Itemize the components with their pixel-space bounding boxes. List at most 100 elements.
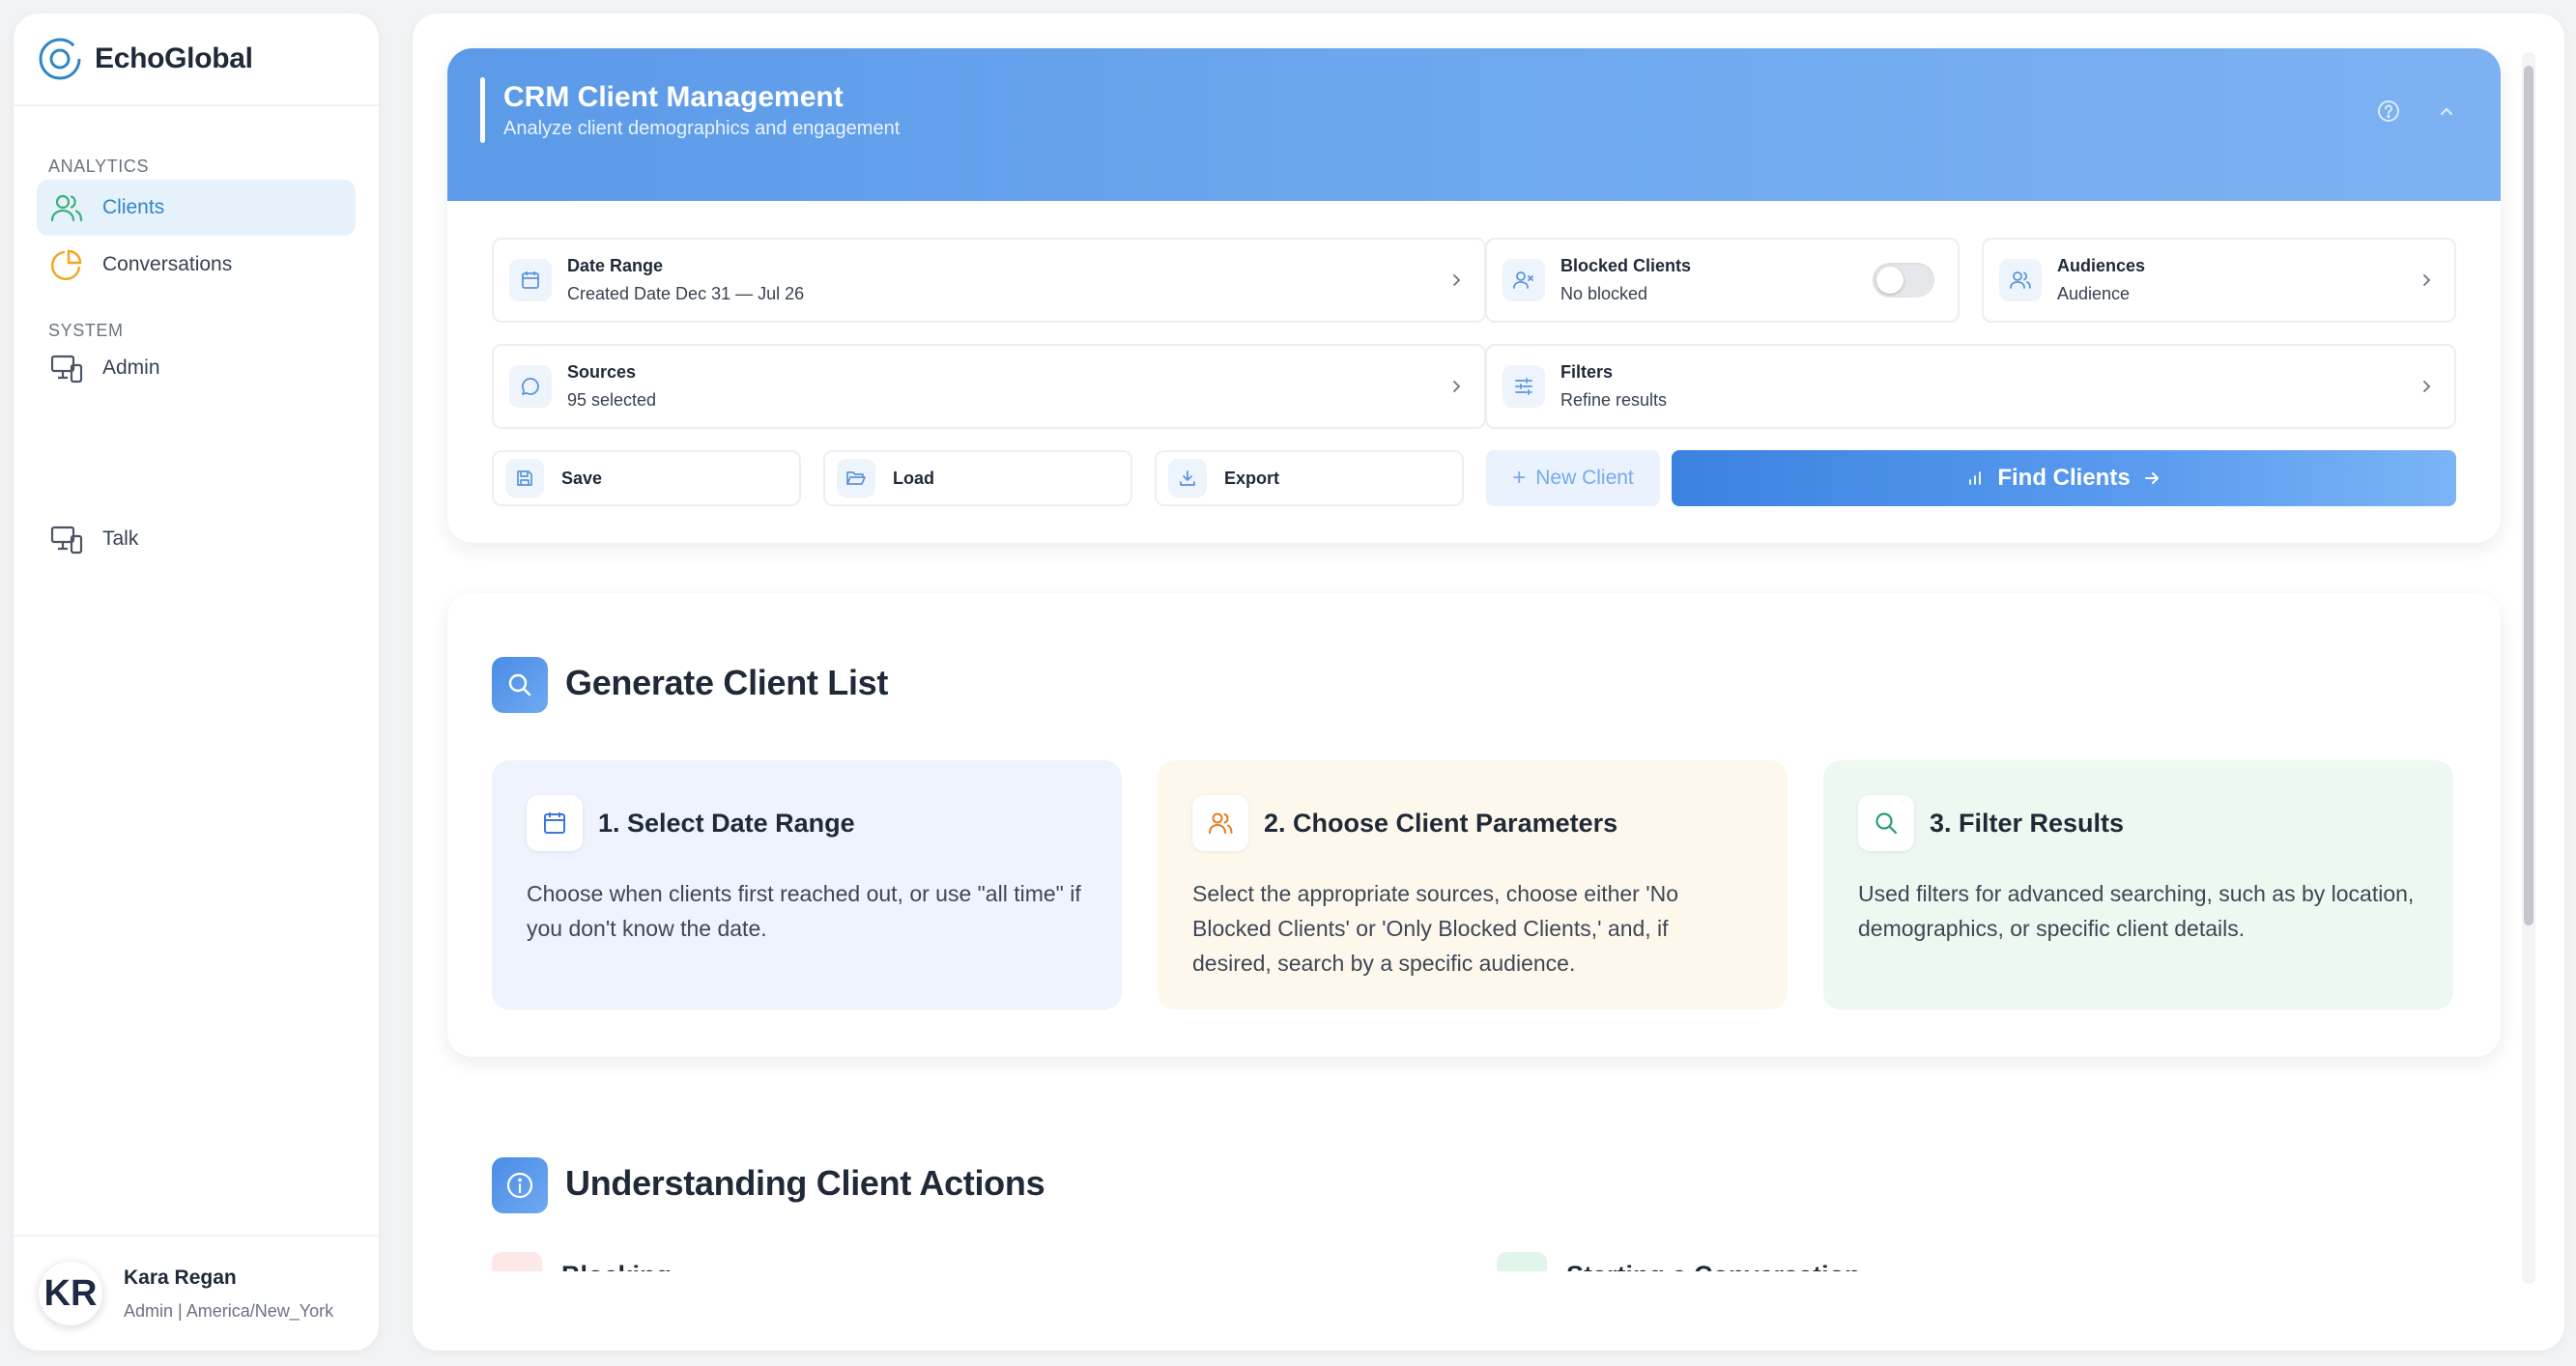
users-icon-wrap [1192, 795, 1248, 851]
step-title: 3. Filter Results [1930, 809, 2125, 838]
users-icon [2010, 271, 2031, 289]
calendar-icon-wrap [509, 259, 552, 301]
calendar-icon [522, 271, 539, 289]
date-range-card[interactable]: Date Range Created Date Dec 31 — Jul 26 [492, 238, 1486, 323]
echo-logo-icon [39, 38, 81, 80]
export-label: Export [1224, 468, 1280, 488]
devices-icon [50, 355, 83, 384]
panel-header: CRM Client Management Analyze client dem… [447, 48, 2501, 201]
help-icon[interactable] [2374, 97, 2403, 126]
card-value: 95 selected [567, 390, 657, 410]
user-x-icon [1513, 271, 1533, 289]
chevron-up-icon[interactable] [2432, 97, 2461, 126]
audiences-card[interactable]: Audiences Audience [1982, 238, 2456, 323]
arrow-right-icon [2144, 472, 2159, 484]
starting-conversation-title: Starting a Conversation [1566, 1258, 1861, 1271]
pie-chart-icon [51, 249, 82, 280]
new-client-label: New Client [1535, 467, 1634, 489]
user-name: Kara Regan [124, 1266, 237, 1289]
nav-section-analytics: ANALYTICS [48, 157, 150, 176]
card-value: Refine results [1560, 390, 1668, 410]
card-value: Audience [2057, 284, 2131, 303]
user-x-icon-wrap [1503, 259, 1545, 301]
scrollbar-thumb[interactable] [2524, 66, 2533, 925]
folder-icon-wrap [837, 459, 875, 498]
download-icon-wrap [1168, 459, 1207, 498]
folder-open-icon [846, 471, 866, 485]
step-card-parameters: 2. Choose Client Parameters Select the a… [1158, 760, 1788, 1010]
brand[interactable]: EchoGlobal [14, 14, 379, 106]
user-profile[interactable]: KR Kara Regan Admin | America/New_York [14, 1235, 379, 1351]
search-icon [1875, 812, 1898, 835]
save-button[interactable]: Save [492, 450, 801, 506]
chevron-right-icon [2423, 381, 2431, 392]
card-label: Filters [1560, 362, 1614, 382]
users-icon-wrap [1999, 259, 2042, 301]
step-desc: Choose when clients first reached out, o… [527, 881, 1081, 941]
avatar: KR [39, 1262, 102, 1325]
header-accent-bar [480, 77, 485, 143]
sidebar-item-label: Clients [102, 196, 165, 218]
chevron-right-icon [2423, 274, 2431, 286]
sidebar-item-admin[interactable]: Admin [37, 340, 356, 396]
sidebar-item-conversations[interactable]: Conversations [37, 237, 356, 293]
users-icon [50, 194, 83, 222]
card-label: Date Range [567, 256, 664, 275]
chevron-right-icon [1453, 274, 1461, 286]
step-title: 1. Select Date Range [598, 809, 855, 838]
message-circle-icon [522, 378, 539, 395]
main-content: CRM Client Management Analyze client dem… [413, 14, 2564, 1351]
bar-chart-icon [1969, 471, 1982, 485]
page-title: CRM Client Management [503, 81, 844, 113]
filters-card[interactable]: Filters Refine results [1485, 344, 2456, 429]
page-subtitle: Analyze client demographics and engageme… [503, 118, 901, 139]
load-button[interactable]: Load [823, 450, 1132, 506]
generate-title: Generate Client List [565, 663, 889, 702]
users-icon [1209, 812, 1233, 834]
card-label: Sources [567, 362, 637, 382]
message-icon-wrap [509, 365, 552, 408]
plus-icon: + [1512, 465, 1527, 491]
generate-panel: Generate Client List 1. Select Date Rang… [447, 593, 2501, 1057]
devices-icon [50, 526, 83, 555]
new-client-button[interactable]: + New Client [1486, 450, 1660, 506]
user-role: Admin | America/New_York [124, 1300, 334, 1321]
search-icon-wrap [1858, 795, 1914, 851]
find-clients-label: Find Clients [1997, 465, 2131, 491]
step-desc: Select the appropriate sources, choose e… [1192, 881, 1679, 976]
blocked-clients-card: Blocked Clients No blocked [1485, 238, 1960, 323]
understanding-title: Understanding Client Actions [565, 1163, 1045, 1203]
blocked-toggle[interactable] [1873, 263, 1934, 298]
step-title: 2. Choose Client Parameters [1264, 809, 1618, 838]
sidebar-item-label: Conversations [102, 253, 233, 275]
sidebar-item-label: Talk [102, 527, 139, 550]
sidebar-item-talk[interactable]: Talk [37, 511, 356, 567]
step-desc: Used filters for advanced searching, suc… [1858, 881, 2415, 941]
card-value: Created Date Dec 31 — Jul 26 [567, 284, 805, 303]
download-icon [1180, 470, 1195, 486]
search-icon [508, 673, 531, 697]
info-icon-wrap [492, 1157, 548, 1213]
card-value: No blocked [1560, 284, 1648, 303]
crm-panel: CRM Client Management Analyze client dem… [447, 48, 2501, 543]
info-icon [506, 1172, 533, 1199]
save-label: Save [561, 468, 603, 488]
step-card-date: 1. Select Date Range Choose when clients… [492, 760, 1122, 1010]
sidebar-item-clients[interactable]: Clients [37, 180, 356, 236]
save-icon [517, 470, 532, 486]
card-label: Blocked Clients [1560, 256, 1692, 275]
nav-section-system: SYSTEM [48, 321, 124, 340]
export-button[interactable]: Export [1155, 450, 1464, 506]
save-icon-wrap [505, 459, 544, 498]
chevron-right-icon [1453, 381, 1461, 392]
sidebar: EchoGlobal ANALYTICS Clients Conversatio… [14, 14, 379, 1351]
find-clients-button[interactable]: Find Clients [1672, 450, 2456, 506]
brand-name: EchoGlobal [95, 43, 253, 74]
sidebar-item-label: Admin [102, 356, 160, 379]
sources-card[interactable]: Sources 95 selected [492, 344, 1486, 429]
sliders-icon-wrap [1503, 365, 1545, 408]
scrollbar[interactable] [2522, 52, 2535, 1284]
sliders-icon [1515, 378, 1532, 395]
load-label: Load [893, 468, 934, 488]
message-icon [1497, 1252, 1547, 1271]
